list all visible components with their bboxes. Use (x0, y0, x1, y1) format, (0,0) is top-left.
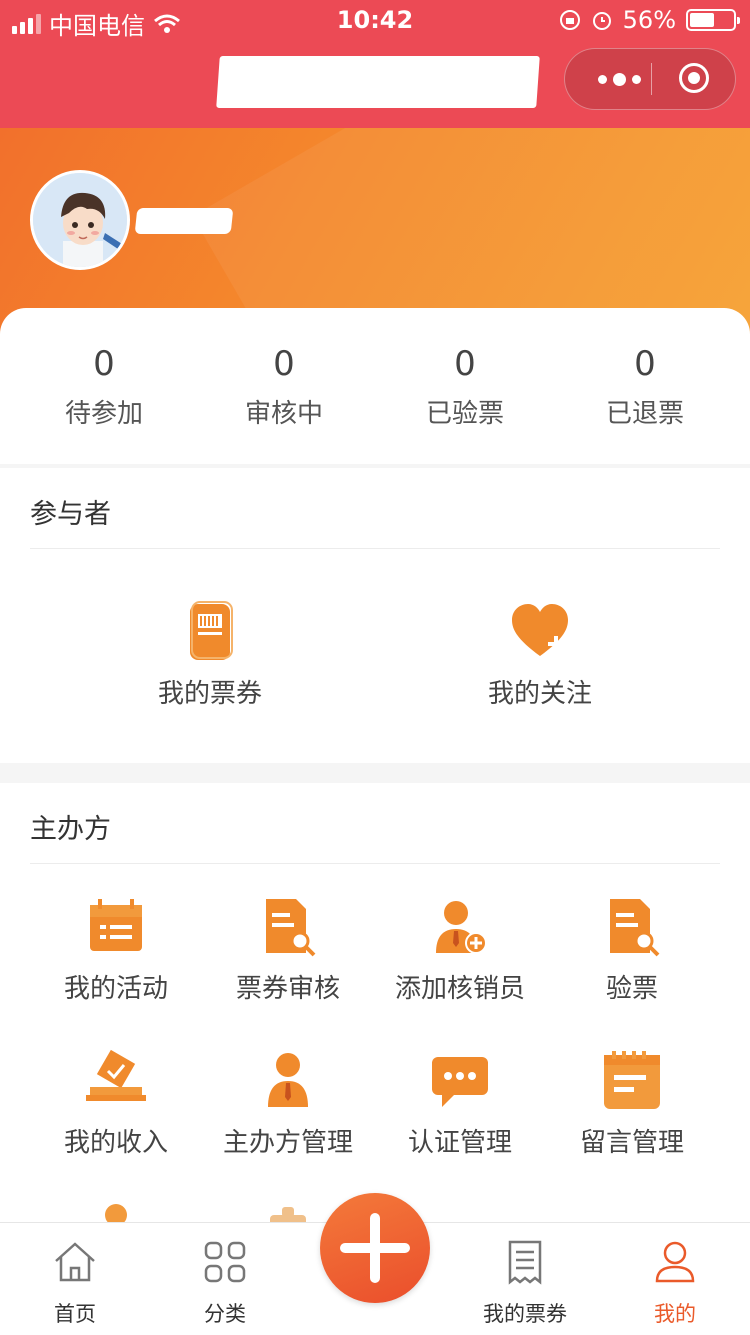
avatar[interactable] (30, 170, 130, 270)
section-divider (30, 863, 720, 864)
avatar-illustration (33, 173, 127, 267)
check-ticket-entry[interactable]: 验票 (546, 895, 718, 1005)
tab-label: 首页 (54, 1302, 96, 1326)
item-label: 我的收入 (63, 1128, 168, 1158)
add-activity-button[interactable] (320, 1193, 430, 1303)
stat-label: 已退票 (605, 399, 684, 429)
stat-label: 审核中 (244, 399, 323, 429)
stat-reviewing[interactable]: 0 审核中 (194, 344, 374, 430)
item-label: 留言管理 (579, 1128, 684, 1158)
battery-percent: 56% (622, 6, 676, 34)
stat-label: 待参加 (64, 399, 143, 429)
my-tickets-entry[interactable]: 我的票券 (120, 600, 300, 710)
tab-label: 我的 (654, 1302, 696, 1326)
tab-label: 分类 (204, 1302, 246, 1326)
item-label: 验票 (605, 974, 658, 1004)
chat-bubble-icon (428, 1049, 492, 1113)
stat-refunded[interactable]: 0 已退票 (555, 344, 735, 430)
battery-icon (686, 9, 740, 31)
calendar-icon (84, 895, 148, 959)
item-label: 添加核销员 (394, 974, 525, 1004)
ticket-stats-card: 0 待参加 0 审核中 0 已验票 0 已退票 (0, 308, 750, 464)
certification-manage-entry[interactable]: 认证管理 (374, 1049, 546, 1159)
status-right: 56% (559, 6, 740, 34)
item-label: 我的票券 (157, 679, 262, 709)
top-bar: 中国电信 10:42 56% (0, 0, 750, 128)
user-icon (256, 1049, 320, 1113)
organizer-manage-entry[interactable]: 主办方管理 (202, 1049, 374, 1159)
capsule-divider (651, 63, 652, 95)
document-search-icon (600, 895, 664, 959)
rotation-lock-icon (559, 10, 580, 30)
profile-header (0, 128, 750, 338)
user-icon (84, 1203, 148, 1223)
close-miniprogram-icon[interactable] (679, 63, 709, 93)
tab-label: 我的票券 (483, 1302, 567, 1326)
stat-label: 已验票 (425, 399, 504, 429)
my-activities-entry[interactable]: 我的活动 (30, 895, 202, 1005)
status-bar: 中国电信 10:42 56% (0, 0, 750, 42)
partial-entry[interactable] (30, 1203, 202, 1223)
organizer-section: 主办方 我的活动 票券审核 添加核销员 验票 我的收入 主办方管理 认证管理 留… (0, 783, 750, 1223)
receipt-icon (500, 1237, 550, 1287)
alarm-icon (592, 12, 611, 30)
add-user-icon (428, 895, 492, 959)
my-follows-entry[interactable]: 我的关注 (450, 600, 630, 710)
user-icon (650, 1237, 700, 1287)
tab-home[interactable]: 首页 (0, 1237, 150, 1327)
stat-value: 0 (454, 344, 476, 384)
tab-category[interactable]: 分类 (150, 1237, 300, 1327)
section-divider (30, 548, 720, 549)
ballot-box-icon (84, 1049, 148, 1113)
item-label: 主办方管理 (222, 1128, 353, 1158)
my-income-entry[interactable]: 我的收入 (30, 1049, 202, 1159)
message-manage-entry[interactable]: 留言管理 (546, 1049, 718, 1159)
stat-pending[interactable]: 0 待参加 (14, 344, 194, 430)
item-label: 票券审核 (235, 974, 340, 1004)
nav-title-redacted (216, 56, 540, 108)
notepad-icon (600, 1049, 664, 1113)
stat-value: 0 (273, 344, 295, 384)
ticket-review-entry[interactable]: 票券审核 (202, 895, 374, 1005)
tab-mine[interactable]: 我的 (600, 1237, 750, 1327)
heart-plus-icon (508, 600, 572, 664)
add-verifier-entry[interactable]: 添加核销员 (374, 895, 546, 1005)
ticket-icon (178, 600, 242, 664)
miniprogram-capsule (564, 48, 736, 110)
section-title: 参与者 (30, 499, 111, 530)
item-label: 我的活动 (63, 974, 168, 1004)
stat-checked[interactable]: 0 已验票 (375, 344, 555, 430)
stat-value: 0 (634, 344, 656, 384)
tab-my-tickets[interactable]: 我的票券 (450, 1237, 600, 1327)
username-redacted (134, 208, 234, 234)
home-icon (50, 1237, 100, 1287)
grid-icon (200, 1237, 250, 1287)
item-label: 认证管理 (407, 1128, 512, 1158)
more-icon[interactable] (589, 49, 649, 109)
item-label: 我的关注 (487, 679, 592, 709)
badge-icon (256, 1203, 320, 1223)
section-title: 主办方 (30, 814, 111, 845)
stat-value: 0 (93, 344, 115, 384)
document-search-icon (256, 895, 320, 959)
participant-section: 参与者 我的票券 我的关注 (0, 468, 750, 763)
